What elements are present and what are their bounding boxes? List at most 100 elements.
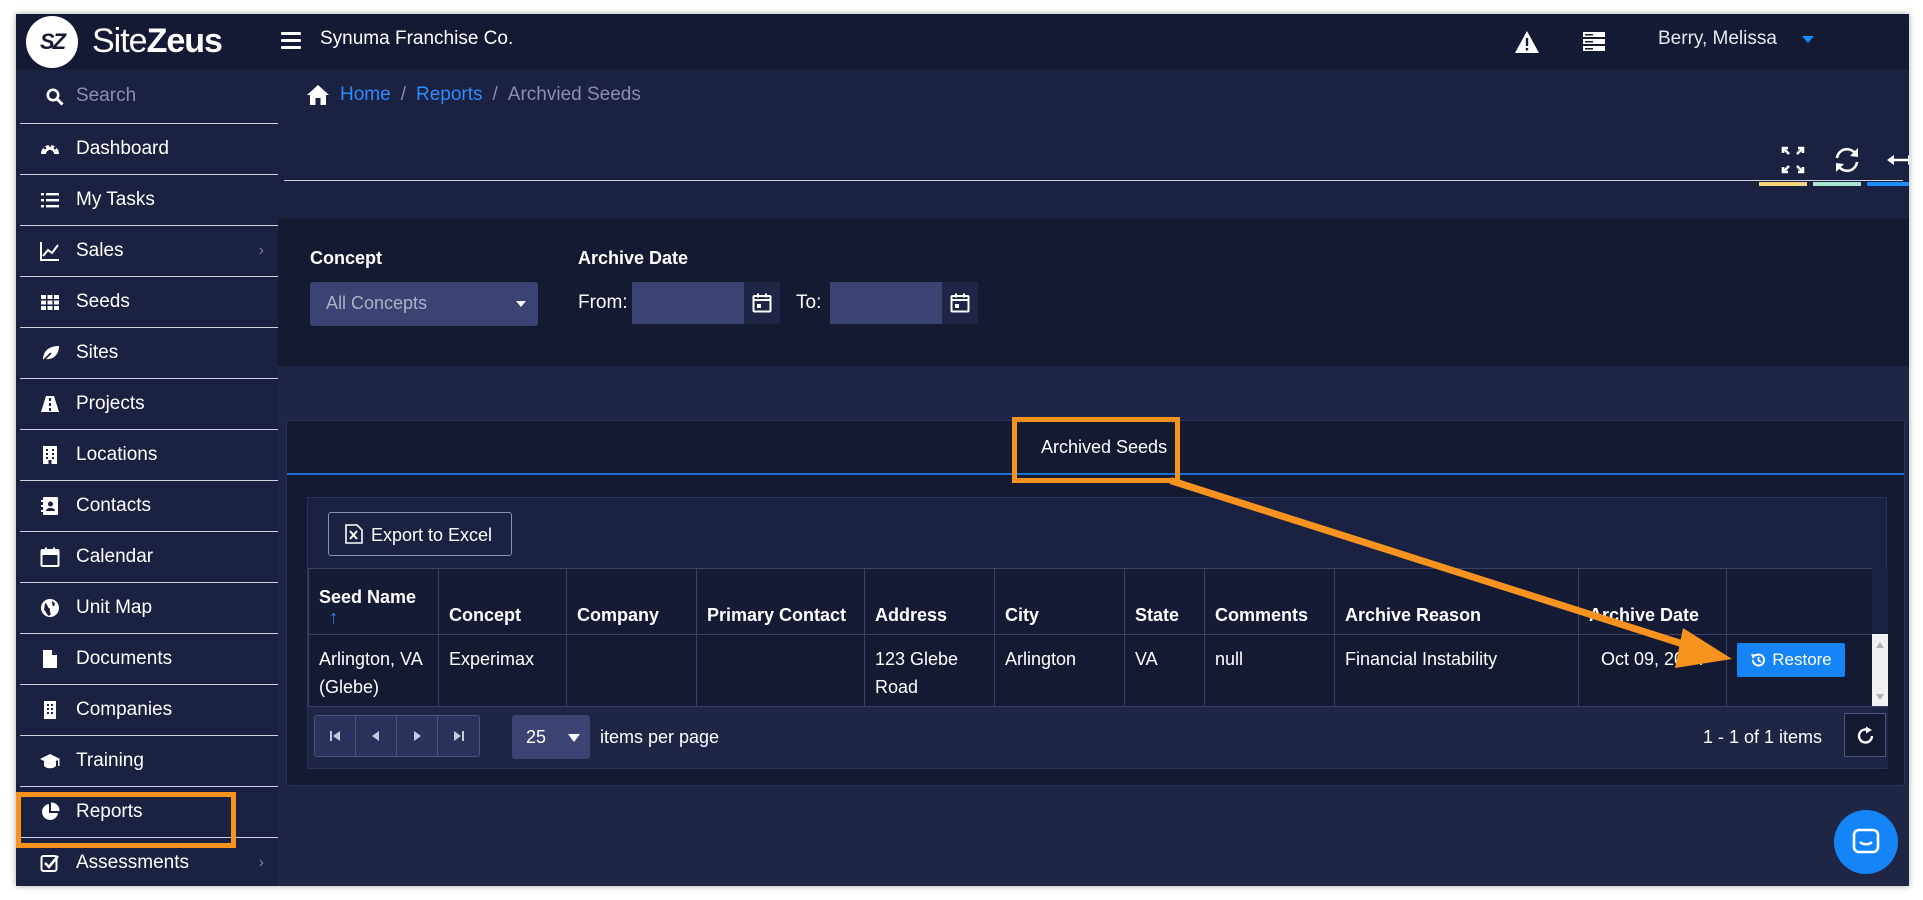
column-header-address[interactable]: Address [864,568,995,635]
chevron-right-icon: › [258,854,264,871]
column-header-archive-date[interactable]: Archive Date [1578,568,1727,635]
sort-ascending-icon[interactable]: ↑ [329,608,428,626]
app-window: SZ SiteZeus Synuma Franchise Co. Berry, … [16,14,1909,886]
breadcrumb-home[interactable]: Home [340,84,391,106]
warning-icon[interactable] [1514,30,1540,56]
sidebar: Search Dashboard My Tasks Sales › Seeds … [16,70,278,886]
sidebar-item-projects[interactable]: Projects [20,379,278,430]
building-icon [43,446,57,464]
refresh-indicator [1813,182,1861,186]
column-header-actions [1726,568,1873,635]
resize-horizontal-icon[interactable] [1876,142,1909,182]
export-to-excel-button[interactable]: Export to Excel [328,512,512,556]
company-name: Synuma Franchise Co. [320,28,514,49]
dashboard-icon [41,144,59,154]
seeds-table: Seed Name ↑ Concept Company Primary Conta… [308,568,1873,712]
logo-mark[interactable]: SZ [26,16,78,68]
column-header-city[interactable]: City [994,568,1125,635]
column-header-archive-reason[interactable]: Archive Reason [1334,568,1579,635]
restore-button[interactable]: Restore [1737,643,1845,677]
sidebar-item-label: Sites [76,342,119,363]
breadcrumb: Home / Reports / Archvied Seeds [306,84,641,106]
sidebar-item-label: Documents [76,648,173,669]
data-grid: Export to Excel Seed Name ↑ Concept Compa… [307,497,1888,769]
server-icon[interactable] [1582,30,1608,56]
calendar-icon [950,293,970,313]
user-menu[interactable]: Berry, Melissa [1658,28,1777,50]
previous-page-button[interactable] [356,716,397,756]
document-icon [43,650,57,668]
filter-panel: Concept All Concepts Archive Date From: … [278,218,1909,366]
calendar-icon [752,293,772,313]
breadcrumb-reports[interactable]: Reports [416,84,483,106]
items-per-page-label: items per page [600,727,720,747]
next-page-button[interactable] [397,716,438,756]
chevron-down-icon [568,734,580,742]
office-building-icon [44,701,56,719]
grid-refresh-button[interactable] [1844,713,1886,757]
expand-indicator [1759,182,1807,186]
chat-launcher-button[interactable] [1834,810,1898,874]
sidebar-item-sales[interactable]: Sales › [20,226,278,277]
from-date-input[interactable] [632,282,744,324]
chevron-down-icon [516,301,526,307]
sidebar-item-calendar[interactable]: Calendar [20,532,278,583]
sidebar-item-companies[interactable]: Companies [20,685,278,736]
scroll-down-icon[interactable] [1876,694,1884,700]
table-row[interactable]: Arlington, VA (Glebe) Experimax 123 Gleb… [308,634,1873,712]
cell-actions: Restore [1726,634,1873,712]
export-label: Export to Excel [371,525,493,545]
concept-label: Concept [310,248,382,268]
logo-text-light: Site [92,22,148,60]
sidebar-item-label: My Tasks [76,189,155,210]
sidebar-item-contacts[interactable]: Contacts [20,481,278,532]
from-calendar-button[interactable] [744,282,780,324]
cell-seed-name: Arlington, VA (Glebe) [308,634,439,712]
search-input[interactable]: Search [76,85,136,107]
excel-icon [345,524,363,544]
last-page-button[interactable] [438,716,479,756]
column-header-primary-contact[interactable]: Primary Contact [696,568,865,635]
page-size-dropdown[interactable]: 25 [512,715,590,759]
cell-archive-reason: Financial Instability [1334,634,1579,712]
hamburger-menu-icon[interactable] [281,32,301,50]
sidebar-item-label: Seeds [76,291,130,312]
sidebar-item-sites[interactable]: Sites [20,328,278,379]
page-size-value: 25 [526,727,547,747]
sidebar-item-dashboard[interactable]: Dashboard [20,124,278,175]
chat-icon [1852,828,1880,854]
column-header-state[interactable]: State [1124,568,1205,635]
tasks-list-icon [41,193,59,208]
sidebar-item-documents[interactable]: Documents [20,634,278,685]
breadcrumb-current: Archvied Seeds [507,84,641,105]
column-header-seed-name[interactable]: Seed Name ↑ [308,568,439,635]
to-calendar-button[interactable] [942,282,978,324]
checkbox-icon [40,855,60,872]
refresh-icon[interactable] [1822,142,1872,182]
restore-label: Restore [1772,650,1832,669]
globe-icon [41,599,59,617]
logo-text[interactable]: SiteZeus [92,22,223,61]
address-book-icon [41,497,58,515]
sidebar-item-unit-map[interactable]: Unit Map [20,583,278,634]
home-icon[interactable] [306,84,330,106]
scroll-up-icon[interactable] [1876,642,1884,648]
reload-icon [1857,726,1874,744]
sidebar-item-my-tasks[interactable]: My Tasks [20,175,278,226]
to-label: To: [796,292,822,313]
cell-company [566,634,697,712]
expand-icon[interactable] [1768,142,1818,182]
concept-dropdown[interactable]: All Concepts [310,282,538,326]
column-header-concept[interactable]: Concept [438,568,567,635]
column-header-company[interactable]: Company [566,568,697,635]
first-page-button[interactable] [315,716,356,756]
last-page-icon [453,731,464,741]
sidebar-item-locations[interactable]: Locations [20,430,278,481]
column-header-comments[interactable]: Comments [1204,568,1335,635]
sidebar-search[interactable]: Search [20,70,278,124]
chevron-down-icon[interactable] [1802,36,1814,43]
to-date-input[interactable] [830,282,942,324]
sidebar-item-label: Calendar [76,546,154,567]
sidebar-item-training[interactable]: Training [20,736,278,787]
sidebar-item-seeds[interactable]: Seeds [20,277,278,328]
